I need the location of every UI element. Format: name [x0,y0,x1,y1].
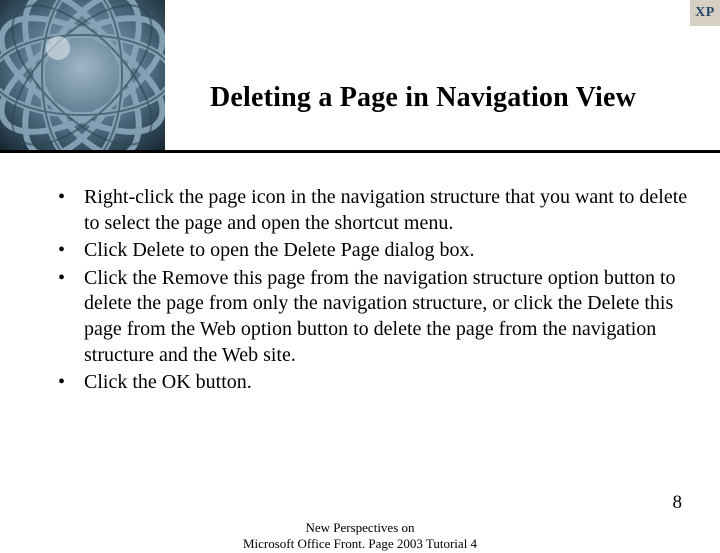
slide-header: Deleting a Page in Navigation View XP [0,0,720,150]
header-image [0,0,165,150]
list-item: Click the OK button. [48,370,688,396]
slide: Deleting a Page in Navigation View XP Ri… [0,0,720,540]
list-item: Click the Remove this page from the navi… [48,266,688,368]
xp-badge: XP [690,0,720,26]
footer-text: New Perspectives on Microsoft Office Fro… [243,520,477,553]
bullet-list: Right-click the page icon in the navigat… [48,185,688,396]
footer-line-2: Microsoft Office Front. Page 2003 Tutori… [243,536,477,552]
header-underline [0,150,720,153]
slide-title: Deleting a Page in Navigation View [210,82,710,114]
footer-line-1: New Perspectives on [243,520,477,536]
list-item: Right-click the page icon in the navigat… [48,185,688,236]
page-number: 8 [673,492,683,514]
globe-sphere-icon [0,0,165,150]
slide-body: Right-click the page icon in the navigat… [48,185,688,398]
list-item: Click Delete to open the Delete Page dia… [48,238,688,264]
